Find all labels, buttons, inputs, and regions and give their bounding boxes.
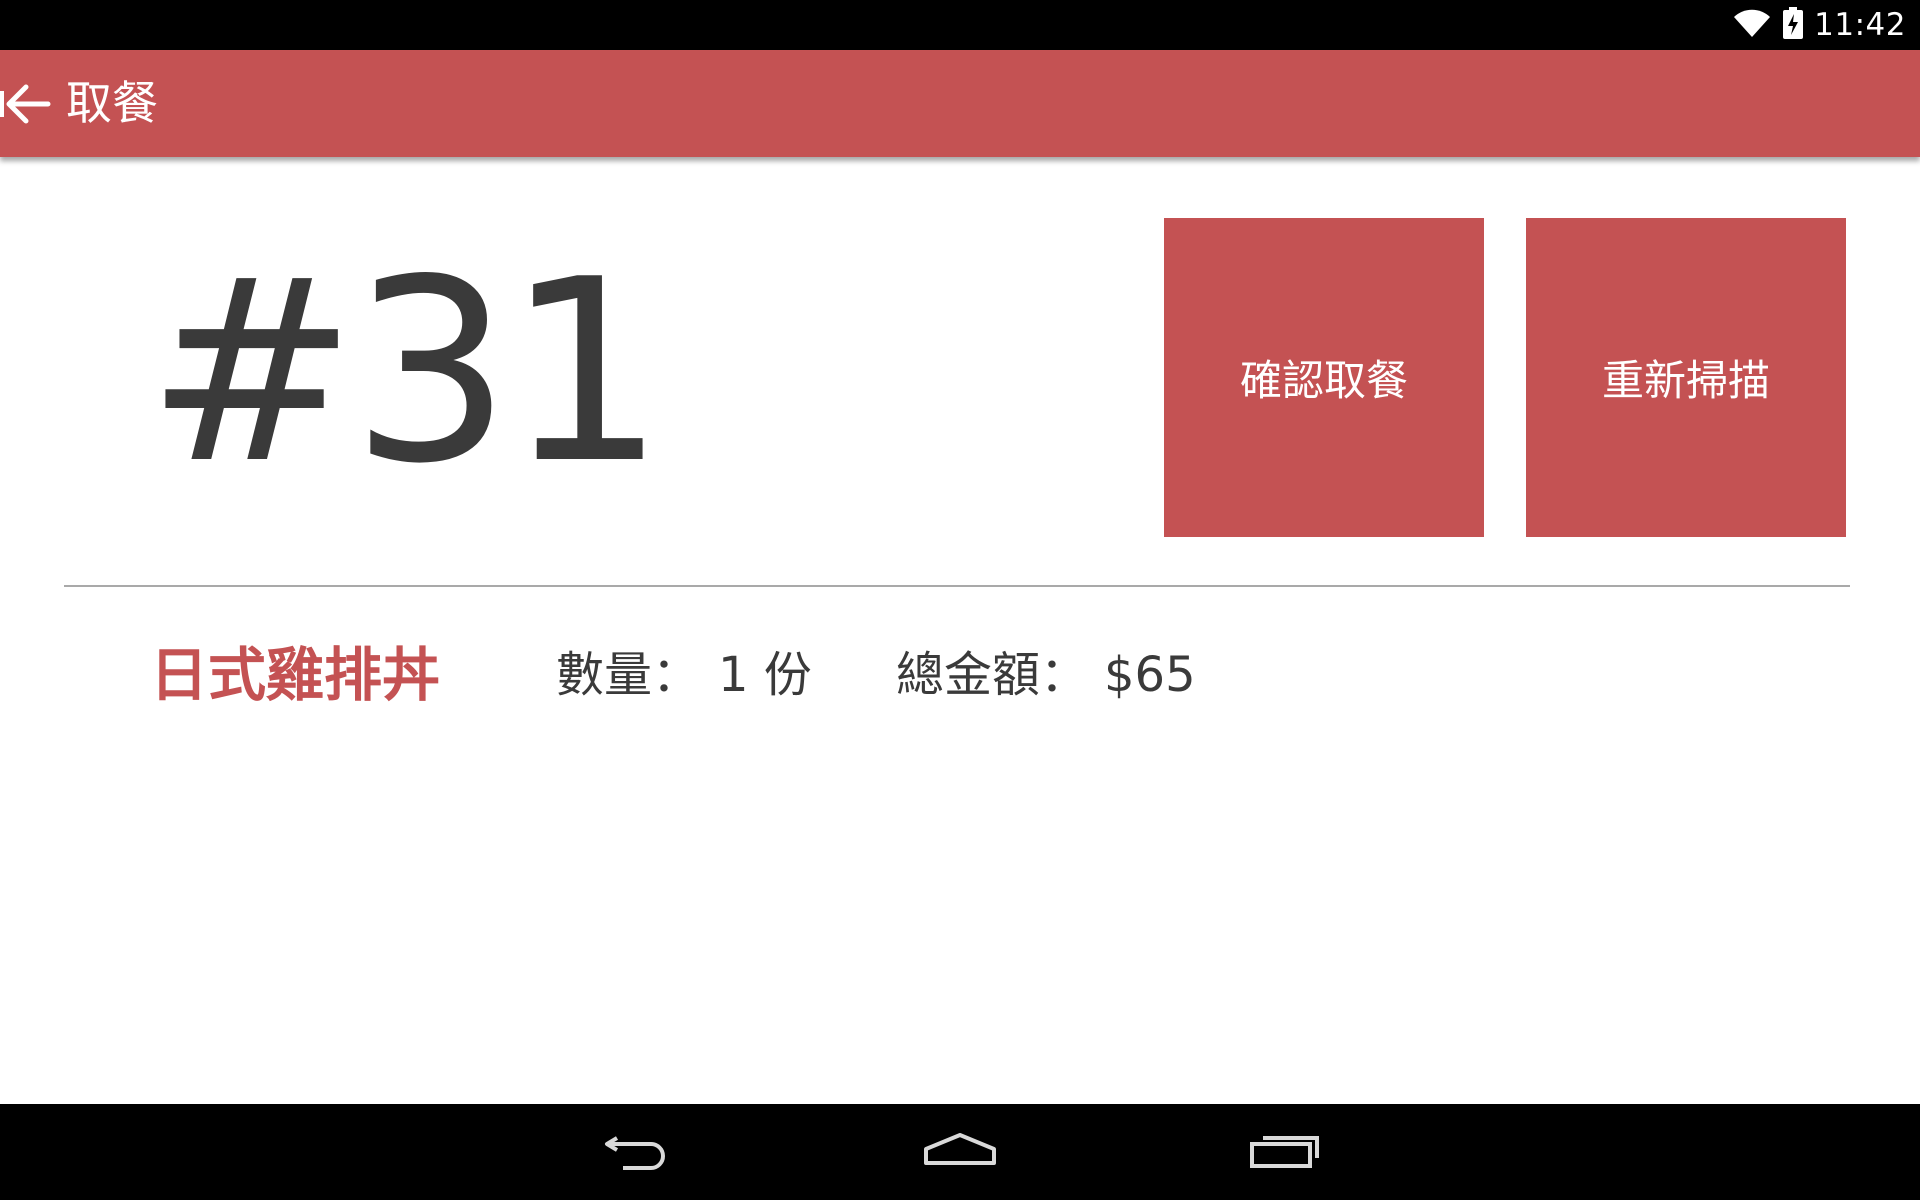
page-title: 取餐 — [66, 76, 158, 130]
back-icon — [601, 1128, 671, 1176]
total-label: 總金額： — [896, 647, 1089, 703]
status-bar: 11:42 — [0, 0, 1920, 50]
nav-home-button[interactable] — [900, 1104, 1020, 1200]
quantity-value: 1 份 — [718, 647, 812, 703]
recents-icon — [1249, 1130, 1321, 1174]
status-time: 11:42 — [1814, 7, 1906, 43]
wifi-icon — [1732, 7, 1772, 43]
action-bar: 取餐 — [0, 50, 1920, 157]
total-value: $65 — [1104, 647, 1196, 703]
nav-recents-button[interactable] — [1225, 1104, 1345, 1200]
arrow-left-icon — [0, 77, 54, 131]
back-button[interactable] — [0, 50, 62, 157]
quantity-label: 數量： — [556, 647, 701, 703]
rescan-label: 重新掃描 — [1601, 356, 1770, 405]
navigation-bar — [0, 1104, 1920, 1200]
rescan-button[interactable]: 重新掃描 — [1526, 218, 1846, 537]
divider — [64, 585, 1850, 587]
item-name: 日式雞排丼 — [150, 641, 441, 709]
nav-back-button[interactable] — [576, 1104, 696, 1200]
battery-charging-icon — [1782, 6, 1804, 44]
confirm-pickup-button[interactable]: 確認取餐 — [1164, 218, 1484, 537]
home-icon — [922, 1129, 998, 1175]
confirm-pickup-label: 確認取餐 — [1239, 356, 1408, 405]
order-number: #31 — [146, 226, 666, 519]
screen: 11:42 取餐 #31 確認取餐 重新掃描 日式雞排丼 數量： 1 份 總金額… — [0, 0, 1920, 1200]
status-icons: 11:42 — [1732, 0, 1906, 50]
